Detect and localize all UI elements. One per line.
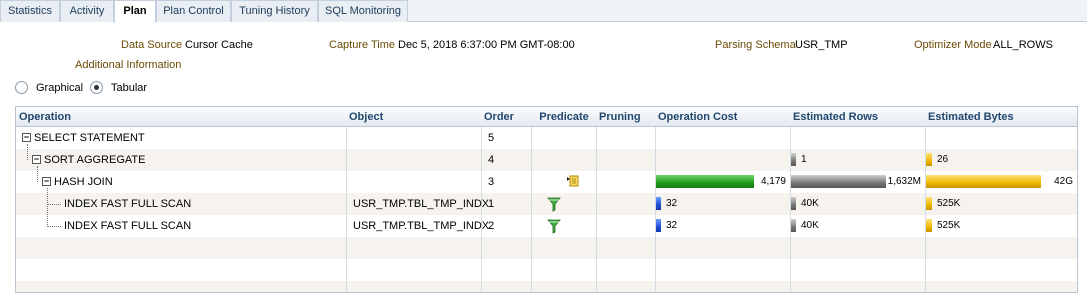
header-pruning[interactable]: Pruning <box>597 107 641 127</box>
header-object[interactable]: Object <box>347 107 383 127</box>
tree-connector <box>47 226 61 227</box>
column-divider <box>346 107 347 292</box>
header-operation[interactable]: Operation <box>17 107 71 127</box>
estimated-bytes-value: 525K <box>937 220 961 231</box>
capture-time-value: Dec 5, 2018 6:37:00 PM GMT-08:00 <box>398 39 575 51</box>
header-estimated-rows[interactable]: Estimated Rows <box>791 107 878 127</box>
operation-cell: INDEX FAST FULL SCAN <box>64 198 192 210</box>
tab-plan[interactable]: Plan <box>114 0 156 23</box>
optimizer-mode-label: Optimizer Mode <box>914 39 992 51</box>
tab-activity[interactable]: Activity <box>60 0 114 22</box>
estimated-rows-value: 40K <box>801 220 819 231</box>
tree-connector <box>37 166 38 182</box>
collapse-toggle[interactable]: − <box>42 177 51 186</box>
optimizer-mode-value: ALL_ROWS <box>993 39 1053 51</box>
radio-selected-dot <box>94 85 99 90</box>
estimated-rows-value: 1 <box>801 154 807 165</box>
object-cell: USR_TMP.TBL_TMP_INDX <box>353 220 490 232</box>
tree-connector <box>27 144 28 160</box>
header-estimated-bytes[interactable]: Estimated Bytes <box>926 107 1014 127</box>
tab-tuning-history[interactable]: Tuning History <box>231 0 318 22</box>
operation-cost-value: 32 <box>666 220 678 231</box>
operation-cost-value: 4,179 <box>760 176 786 187</box>
table-header: Operation Object Order Predicate Pruning… <box>16 107 1077 127</box>
operation-cell: HASH JOIN <box>54 176 113 188</box>
operation-cost-bar <box>656 197 661 210</box>
empty-row <box>16 259 1077 281</box>
column-divider <box>531 107 532 292</box>
header-order[interactable]: Order <box>482 107 514 127</box>
header-operation-cost[interactable]: Operation Cost <box>656 107 737 127</box>
operation-cost-bar <box>656 219 661 232</box>
order-cell: 1 <box>488 198 495 210</box>
graphical-radio[interactable] <box>15 81 28 94</box>
estimated-bytes-bar <box>926 153 932 166</box>
operation-cell: SELECT STATEMENT <box>34 132 145 144</box>
empty-row <box>16 281 1077 292</box>
header-predicate[interactable]: Predicate <box>532 107 596 127</box>
estimated-bytes-value: 525K <box>937 198 961 209</box>
estimated-rows-bar <box>791 153 796 166</box>
tabular-radio-label: Tabular <box>111 82 148 94</box>
order-cell: 5 <box>488 132 495 144</box>
estimated-bytes-bar <box>926 219 932 232</box>
empty-row <box>16 237 1077 259</box>
table-row[interactable] <box>16 127 1077 149</box>
additional-information-link[interactable]: Additional Information <box>75 59 181 71</box>
parsing-schema-value: USR_TMP <box>795 39 848 51</box>
filter-funnel-icon[interactable] <box>547 218 561 234</box>
table-row[interactable] <box>16 149 1077 171</box>
tree-connector <box>47 204 61 205</box>
object-cell: USR_TMP.TBL_TMP_INDX <box>353 198 490 210</box>
data-source-label: Data Source <box>121 39 183 51</box>
tab-plan-control[interactable]: Plan Control <box>156 0 231 22</box>
collapse-toggle[interactable]: − <box>22 133 31 142</box>
graphical-radio-label: Graphical <box>36 82 84 94</box>
operation-cell: INDEX FAST FULL SCAN <box>64 220 192 232</box>
estimated-rows-value: 1,632M <box>887 176 921 187</box>
tab-sql-monitoring[interactable]: SQL Monitoring <box>318 0 408 22</box>
parsing-schema-label: Parsing Schema <box>715 39 796 51</box>
capture-time-label: Capture Time <box>329 39 396 51</box>
estimated-rows-bar <box>791 219 796 232</box>
filter-funnel-icon[interactable] <box>547 196 561 212</box>
estimated-bytes-bar <box>926 197 932 210</box>
order-cell: 4 <box>488 154 495 166</box>
operation-cost-bar <box>656 175 754 188</box>
plan-table: Operation Object Order Predicate Pruning… <box>15 106 1078 293</box>
estimated-rows-bar <box>791 197 796 210</box>
tab-statistics[interactable]: Statistics <box>0 0 60 22</box>
order-cell: 3 <box>488 176 495 188</box>
collapse-toggle[interactable]: − <box>32 155 41 164</box>
tab-bar: Statistics Activity Plan Plan Control Tu… <box>0 0 1087 23</box>
operation-cell: SORT AGGREGATE <box>44 154 146 166</box>
data-source-value: Cursor Cache <box>185 39 253 51</box>
tabular-radio[interactable] <box>90 81 103 94</box>
estimated-bytes-value: 26 <box>937 154 949 165</box>
operation-cost-value: 32 <box>666 198 678 209</box>
estimated-rows-value: 40K <box>801 198 819 209</box>
tree-connector <box>47 188 48 227</box>
estimated-bytes-bar <box>926 175 1041 188</box>
estimated-bytes-value: 42G <box>1054 176 1073 187</box>
estimated-rows-bar <box>791 175 886 188</box>
note-icon[interactable] <box>565 174 579 188</box>
order-cell: 2 <box>488 220 495 232</box>
column-divider <box>596 107 597 292</box>
